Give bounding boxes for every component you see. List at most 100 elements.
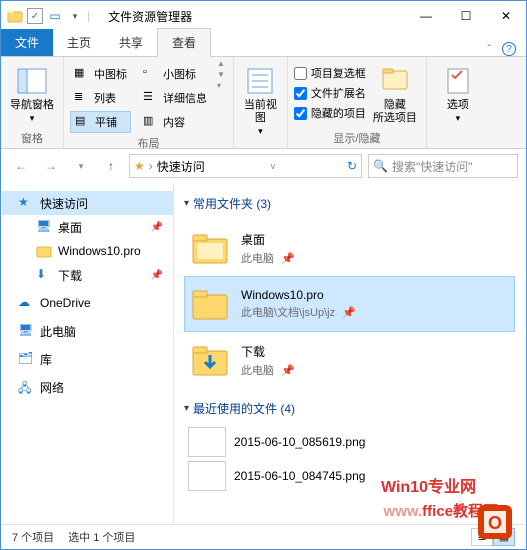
checkbox-file-extensions[interactable]: 文件扩展名	[294, 85, 366, 101]
search-input[interactable]: 🔍 搜索"快速访问"	[368, 154, 518, 178]
layout-small-icons[interactable]: ▫小图标	[139, 63, 211, 85]
breadcrumb-current[interactable]: 快速访问	[157, 158, 205, 175]
view-tiles-button[interactable]: ▦	[493, 528, 515, 546]
pin-icon: 📌	[151, 222, 163, 233]
close-button[interactable]: ✕	[486, 1, 526, 31]
status-bar: 7 个项目 选中 1 个项目 ≣ ▦	[2, 524, 525, 548]
view-details-button[interactable]: ≣	[471, 528, 493, 546]
file-name: 2015-06-10_084745.png	[234, 469, 365, 483]
ribbon-group-options: 选项▾	[427, 57, 489, 148]
layout-content[interactable]: ▥内容	[139, 111, 211, 133]
tree-onedrive[interactable]: ☁ OneDrive	[2, 291, 173, 315]
recent-locations-button[interactable]: ▾	[69, 154, 93, 178]
nav-pane-button[interactable]: 导航窗格 ▾	[7, 59, 57, 125]
library-icon: 🗂	[18, 351, 34, 367]
tab-share[interactable]: 共享	[105, 29, 157, 56]
layout-details[interactable]: ☰详细信息	[139, 87, 211, 109]
minimize-button[interactable]: —	[406, 1, 446, 31]
tab-file[interactable]: 文件	[1, 29, 53, 56]
content-pane: ▾ 常用文件夹 (3) 桌面此电脑 📌 Windows10.pro 此电脑\文档\j…	[174, 183, 525, 523]
desktop-icon: 🖥	[36, 219, 52, 235]
options-label: 选项	[447, 99, 469, 111]
tree-desktop[interactable]: 🖥 桌面 📌	[2, 215, 173, 239]
status-item-count: 7 个项目	[12, 529, 54, 545]
folder-icon	[189, 339, 231, 381]
nav-pane-label: 导航窗格	[10, 99, 54, 111]
chevron-down-icon[interactable]: v	[271, 161, 276, 171]
layout-tiles[interactable]: ▤平铺	[70, 111, 131, 133]
file-name: 2015-06-10_085619.png	[234, 435, 365, 449]
status-selected-count: 选中 1 个项目	[68, 529, 135, 545]
thumbnail-icon	[188, 461, 226, 491]
options-button[interactable]: 选项▾	[433, 59, 483, 125]
refresh-button[interactable]: ↻	[347, 159, 357, 173]
expand-icon[interactable]: ▾	[217, 81, 225, 90]
tree-windows10pro[interactable]: Windows10.pro	[2, 239, 173, 263]
title-bar: ✓ ▭ ▾ | 文件资源管理器 — ☐ ✕	[1, 1, 526, 31]
spacer	[433, 132, 483, 148]
maximize-button[interactable]: ☐	[446, 1, 486, 31]
tree-libraries[interactable]: 🗂 库	[2, 347, 173, 371]
folder-path: 此电脑 📌	[241, 250, 295, 266]
back-button[interactable]: ←	[9, 154, 33, 178]
view-toggle: ≣ ▦	[471, 528, 515, 546]
hide-label-2: 所选项目	[373, 112, 417, 124]
hide-selected-button[interactable]: 隐藏所选项目	[370, 59, 420, 125]
group-label-panes: 窗格	[7, 128, 57, 148]
ribbon-group-panes: 导航窗格 ▾ 窗格	[1, 57, 64, 148]
tree-network[interactable]: 🖧 网络	[2, 375, 173, 399]
layout-list[interactable]: ≣列表	[70, 87, 131, 109]
tab-view[interactable]: 查看	[157, 28, 211, 57]
tree-this-pc[interactable]: 🖥 此电脑	[2, 319, 173, 343]
checkbox-icon[interactable]: ✓	[27, 8, 43, 24]
nav-tree: ★ 快速访问 🖥 桌面 📌 Windows10.pro ⬇ 下载 📌 ☁ One…	[2, 183, 174, 523]
divider: |	[87, 9, 90, 23]
tree-quick-access[interactable]: ★ 快速访问	[2, 191, 173, 215]
properties-icon[interactable]: ▭	[47, 8, 63, 24]
folder-path: 此电脑 📌	[241, 362, 295, 378]
checkbox-item-checkboxes[interactable]: 项目复选框	[294, 65, 366, 81]
folder-icon	[189, 283, 231, 325]
folder-item[interactable]: 下载此电脑 📌	[184, 332, 515, 388]
window-controls: — ☐ ✕	[406, 1, 526, 31]
file-item[interactable]: 2015-06-10_085619.png	[184, 425, 515, 459]
pin-icon: 📌	[281, 253, 295, 265]
checkbox-hidden-items[interactable]: 隐藏的项目	[294, 105, 366, 121]
address-bar: ← → ▾ ↑ ★ › 快速访问 v ↻ 🔍 搜索"快速访问"	[1, 149, 526, 183]
ribbon-tabs: 文件 主页 共享 查看 ˆ ?	[1, 31, 526, 57]
folder-name: 桌面	[241, 231, 295, 248]
help-button[interactable]: ˆ ?	[477, 41, 526, 57]
tab-home[interactable]: 主页	[53, 29, 105, 56]
up-button[interactable]: ↑	[99, 154, 123, 178]
explorer-icon	[7, 8, 23, 24]
help-icon: ?	[502, 42, 516, 56]
thumbnail-icon	[188, 427, 226, 457]
section-frequent-folders[interactable]: ▾ 常用文件夹 (3)	[184, 195, 515, 212]
qat-dropdown-icon[interactable]: ▾	[67, 8, 83, 24]
folder-path: 此电脑\文档\jsUp\jz 📌	[241, 304, 356, 320]
breadcrumb[interactable]: ★ › 快速访问 v ↻	[129, 154, 362, 178]
layout-medium-icons[interactable]: ▦中图标	[70, 63, 131, 85]
scroll-up-icon[interactable]: ▲	[217, 59, 225, 68]
hide-label-1: 隐藏	[384, 99, 406, 111]
ribbon-group-layout: ▦中图标 ▫小图标 ≣列表 ☰详细信息 ▤平铺 ▥内容 ▲ ▼ ▾ 布局	[64, 57, 234, 148]
file-item[interactable]: 2015-06-10_084745.png	[184, 459, 515, 493]
current-view-label: 当前视图	[244, 99, 277, 124]
section-recent-files[interactable]: ▾ 最近使用的文件 (4)	[184, 400, 515, 417]
chevron-right-icon[interactable]: ›	[149, 159, 153, 173]
folder-name: 下载	[241, 343, 295, 360]
folder-info: 下载此电脑 📌	[241, 343, 295, 378]
window-title: 文件资源管理器	[96, 8, 406, 25]
folder-info: Windows10.pro 此电脑\文档\jsUp\jz 📌	[241, 288, 356, 320]
current-view-button[interactable]: 当前视图▾	[240, 59, 281, 138]
download-icon: ⬇	[36, 267, 52, 283]
scroll-down-icon[interactable]: ▼	[217, 70, 225, 79]
forward-button[interactable]: →	[39, 154, 63, 178]
folder-name: Windows10.pro	[241, 288, 356, 302]
folder-info: 桌面此电脑 📌	[241, 231, 295, 266]
tree-downloads[interactable]: ⬇ 下载 📌	[2, 263, 173, 287]
search-icon: 🔍	[373, 159, 388, 173]
chevron-down-icon: ▾	[30, 113, 35, 123]
folder-item[interactable]: Windows10.pro 此电脑\文档\jsUp\jz 📌	[184, 276, 515, 332]
folder-item[interactable]: 桌面此电脑 📌	[184, 220, 515, 276]
